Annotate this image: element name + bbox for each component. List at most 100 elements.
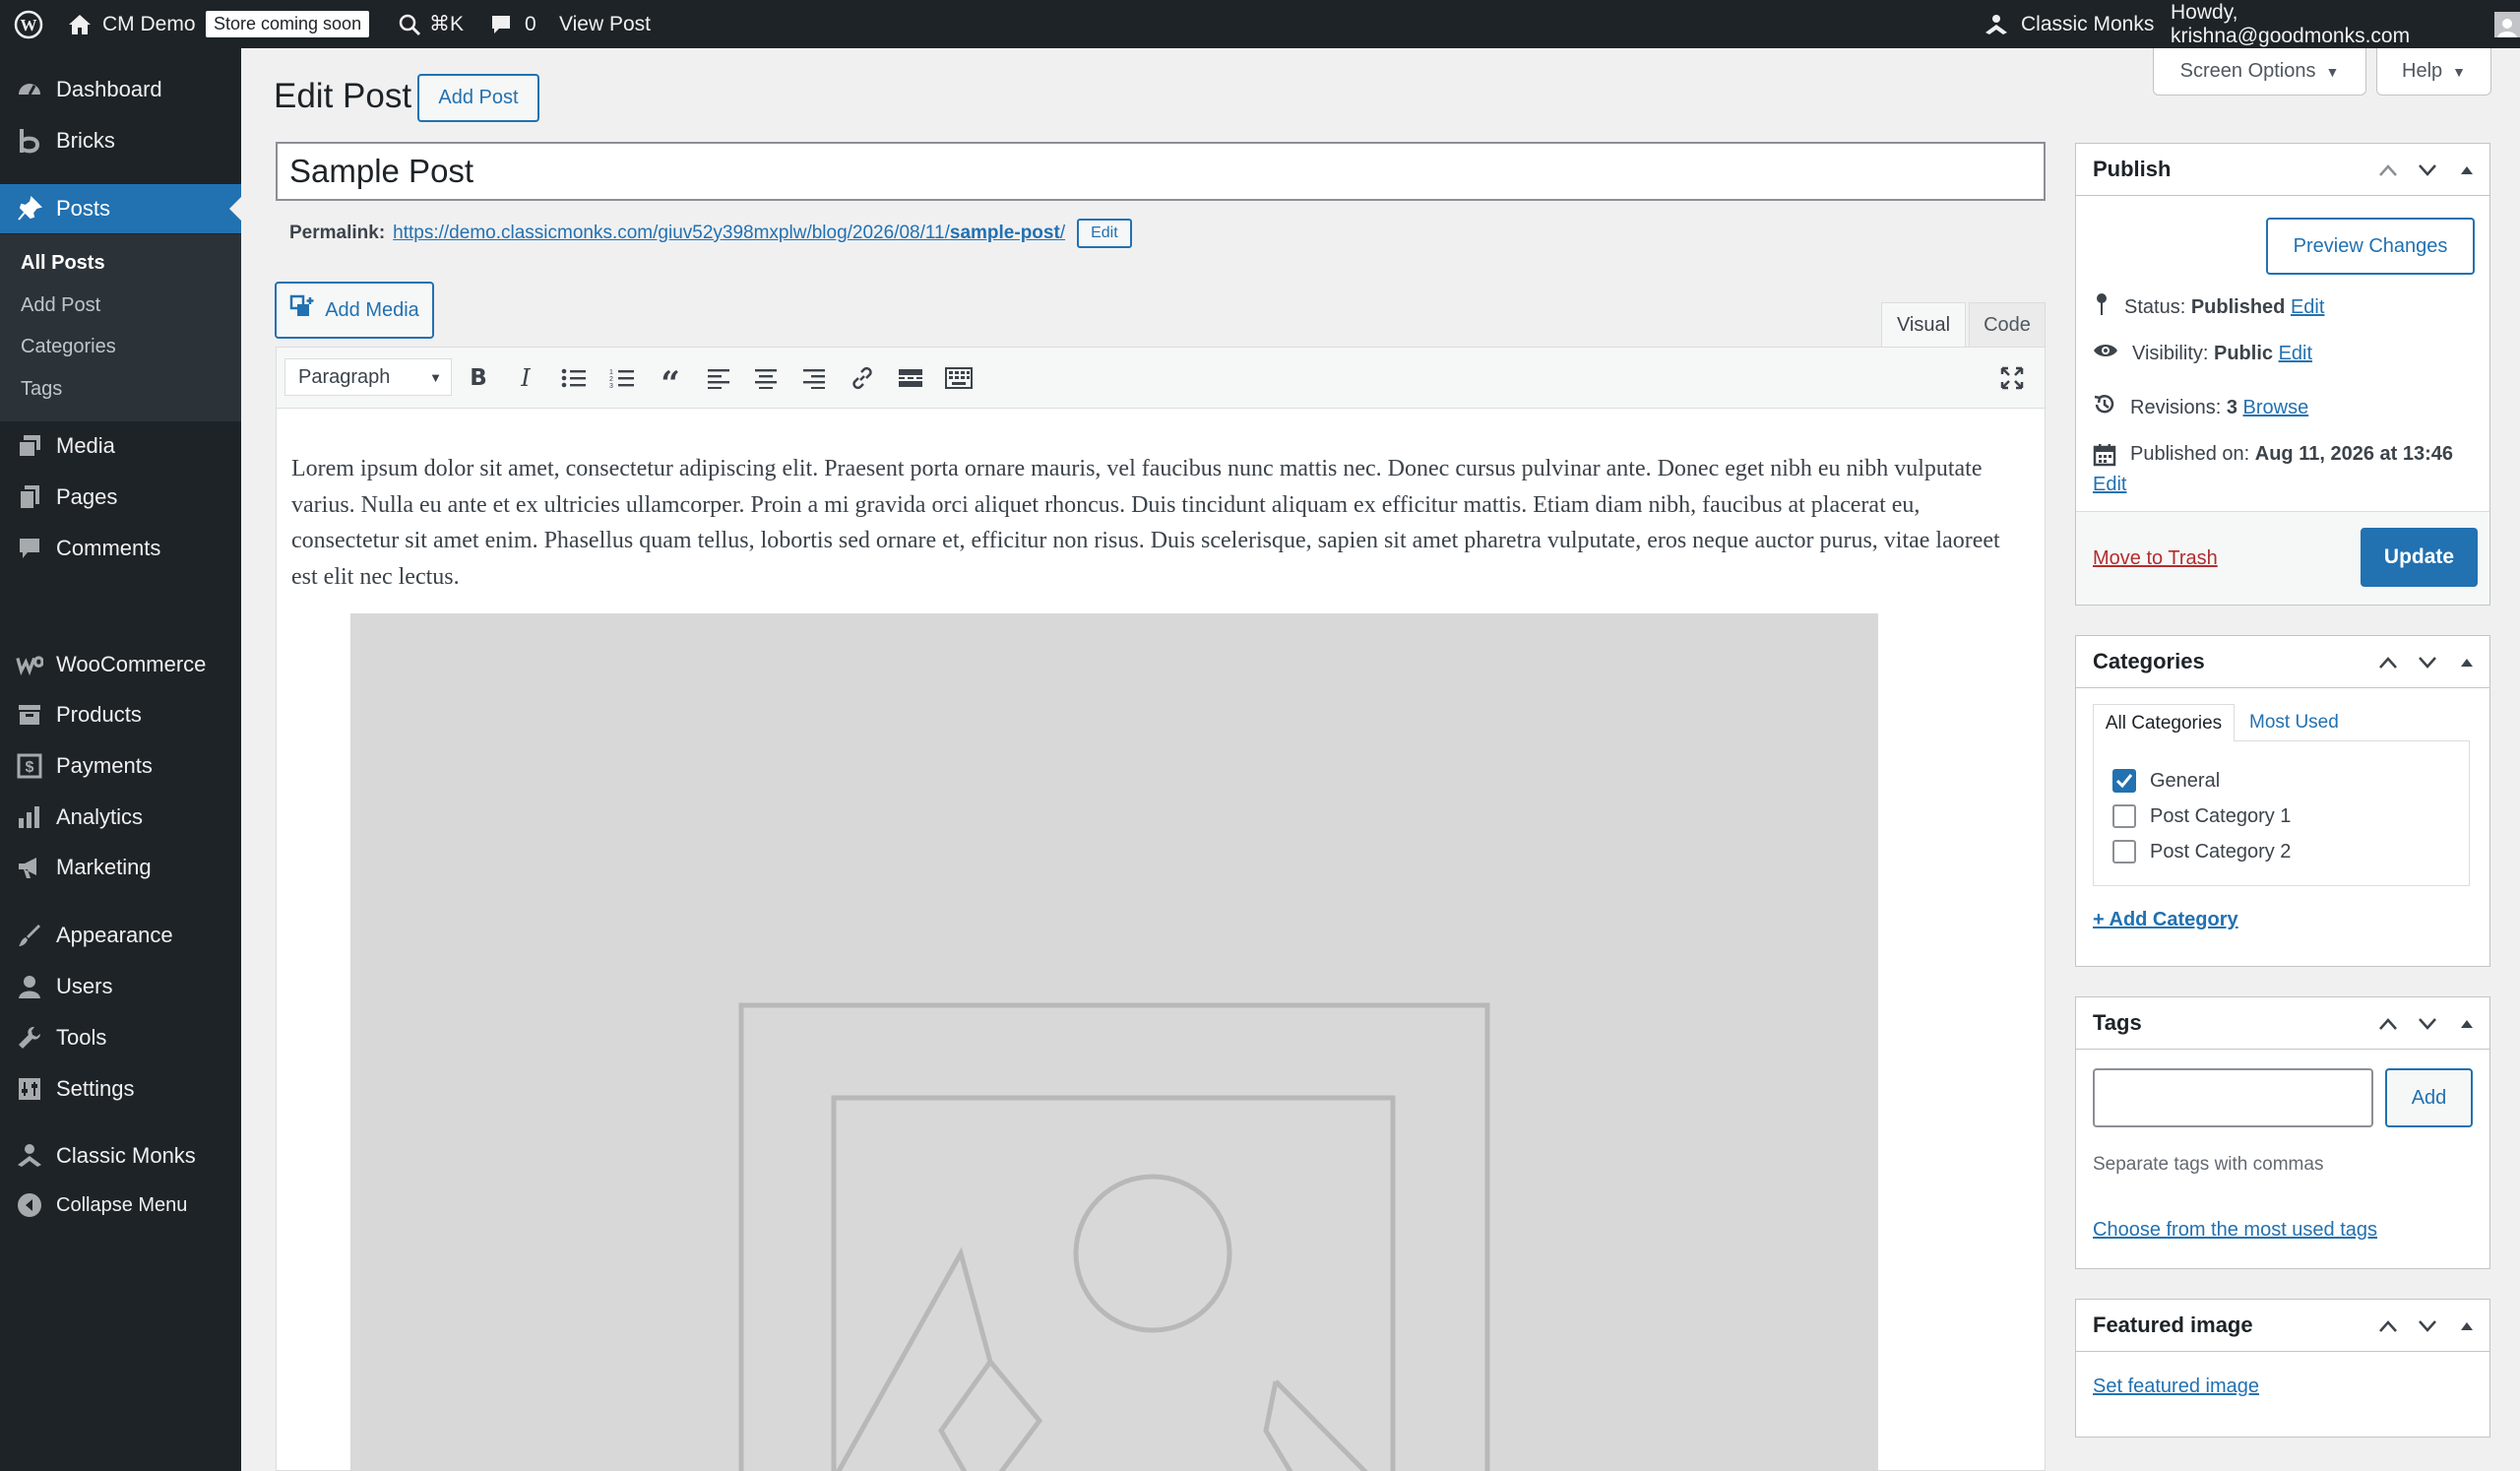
- align-center-icon[interactable]: [748, 360, 784, 396]
- content-image-placeholder[interactable]: [350, 613, 1878, 1471]
- tab-most-used[interactable]: Most Used: [2249, 704, 2339, 741]
- category-item[interactable]: General: [2112, 769, 2220, 793]
- bulleted-list-icon[interactable]: [556, 360, 592, 396]
- checkbox-icon[interactable]: [2112, 840, 2136, 863]
- comments-icon: [16, 535, 43, 562]
- view-post-link[interactable]: View Post: [559, 0, 651, 48]
- permalink-link[interactable]: https://demo.classicmonks.com/giuv52y398…: [393, 223, 1065, 244]
- sidebar-item-users[interactable]: Users: [0, 962, 241, 1011]
- format-select[interactable]: Paragraph ▼: [284, 358, 452, 396]
- tab-all-categories[interactable]: All Categories: [2093, 704, 2235, 741]
- sidebar-item-dashboard[interactable]: Dashboard: [0, 65, 241, 114]
- add-post-button[interactable]: Add Post: [417, 74, 539, 122]
- set-featured-image-link[interactable]: Set featured image: [2093, 1375, 2259, 1398]
- sidebar-item-analytics[interactable]: Analytics: [0, 793, 241, 842]
- status-edit-link[interactable]: Edit: [2291, 296, 2324, 318]
- checkbox-icon[interactable]: [2112, 804, 2136, 828]
- tab-visual[interactable]: Visual: [1881, 302, 1966, 348]
- sidebar-item-settings[interactable]: Settings: [0, 1064, 241, 1114]
- bold-icon[interactable]: B: [461, 360, 496, 396]
- submenu-all-posts[interactable]: All Posts: [21, 252, 105, 275]
- media-icon: [16, 432, 43, 460]
- category-item[interactable]: Post Category 2: [2112, 840, 2291, 863]
- post-content-text[interactable]: Lorem ipsum dolor sit amet, consectetur …: [291, 451, 2024, 595]
- sidebar-item-products[interactable]: Products: [0, 690, 241, 739]
- move-to-trash-link[interactable]: Move to Trash: [2093, 547, 2218, 570]
- preview-changes-button[interactable]: Preview Changes: [2266, 218, 2475, 275]
- category-label: General: [2150, 769, 2221, 792]
- sidebar-label: Posts: [56, 196, 111, 221]
- svg-text:$: $: [26, 759, 34, 776]
- post-title-input[interactable]: Sample Post: [276, 142, 2046, 201]
- sidebar-label: Marketing: [56, 855, 152, 879]
- screen-options-button[interactable]: Screen Options ▼: [2153, 48, 2366, 96]
- sidebar-item-media[interactable]: Media: [0, 421, 241, 471]
- add-media-button[interactable]: Add Media: [275, 282, 434, 339]
- chevron-down-icon[interactable]: [2415, 1011, 2440, 1037]
- tab-code[interactable]: Code: [1969, 302, 2046, 348]
- sidebar-item-tools[interactable]: Tools: [0, 1013, 241, 1062]
- align-left-icon[interactable]: [701, 360, 736, 396]
- account-menu[interactable]: Howdy, krishna@goodmonks.com: [2171, 0, 2520, 48]
- sidebar-item-payments[interactable]: $ Payments: [0, 741, 241, 791]
- comments-link[interactable]: 0: [489, 0, 536, 48]
- collapse-toggle-icon[interactable]: [2454, 158, 2480, 183]
- submenu-categories[interactable]: Categories: [21, 336, 116, 358]
- chevron-down-icon[interactable]: [2415, 1313, 2440, 1339]
- choose-most-used-tags-link[interactable]: Choose from the most used tags: [2093, 1219, 2377, 1242]
- tag-input[interactable]: [2093, 1068, 2373, 1127]
- site-name-link[interactable]: CM Demo: [67, 0, 196, 48]
- link-icon[interactable]: [845, 360, 880, 396]
- history-icon: [2093, 393, 2116, 422]
- italic-icon[interactable]: I: [508, 360, 543, 396]
- collapse-toggle-icon[interactable]: [2454, 1011, 2480, 1037]
- add-category-link[interactable]: + Add Category: [2093, 909, 2238, 931]
- submenu-tags[interactable]: Tags: [21, 378, 62, 401]
- published-edit-link[interactable]: Edit: [2093, 474, 2126, 496]
- chevron-up-icon[interactable]: [2375, 650, 2401, 675]
- chevron-up-icon[interactable]: [2375, 1313, 2401, 1339]
- collapse-toggle-icon[interactable]: [2454, 650, 2480, 675]
- sidebar-item-classic-monks[interactable]: Classic Monks: [0, 1131, 241, 1181]
- collapse-toggle-icon[interactable]: [2454, 1313, 2480, 1339]
- command-palette-button[interactable]: ⌘K: [398, 0, 464, 48]
- sidebar-item-appearance[interactable]: Appearance: [0, 911, 241, 960]
- image-placeholder-icon: [738, 1002, 1490, 1471]
- publish-box: Publish Preview Changes Status: Publishe…: [2075, 143, 2490, 606]
- sidebar-item-bricks[interactable]: Bricks: [0, 116, 241, 165]
- submenu-add-post[interactable]: Add Post: [21, 294, 100, 317]
- fullscreen-icon[interactable]: [1994, 360, 2030, 396]
- update-button[interactable]: Update: [2361, 528, 2478, 587]
- sidebar-item-pages[interactable]: Pages: [0, 473, 241, 522]
- brand-link[interactable]: Classic Monks: [1984, 0, 2154, 48]
- chevron-up-icon[interactable]: [2375, 158, 2401, 183]
- blockquote-icon[interactable]: “: [653, 360, 688, 401]
- toolbar-toggle-icon[interactable]: [941, 360, 976, 396]
- add-tag-button[interactable]: Add: [2385, 1068, 2473, 1127]
- permalink-edit-button[interactable]: Edit: [1077, 219, 1132, 248]
- box-controls: [2375, 1011, 2480, 1037]
- chevron-down-icon[interactable]: [2415, 158, 2440, 183]
- permalink-base: https://demo.classicmonks.com/giuv52y398…: [393, 223, 950, 243]
- svg-text:1: 1: [609, 369, 613, 376]
- post-title-value: Sample Post: [289, 153, 474, 189]
- read-more-icon[interactable]: [893, 360, 928, 396]
- collapse-menu-button[interactable]: Collapse Menu: [0, 1181, 241, 1230]
- visibility-edit-link[interactable]: Edit: [2279, 343, 2312, 364]
- status-label: Status:: [2124, 295, 2186, 318]
- browse-revisions-link[interactable]: Browse: [2243, 397, 2309, 418]
- chevron-up-icon[interactable]: [2375, 1011, 2401, 1037]
- chevron-down-icon[interactable]: [2415, 650, 2440, 675]
- category-item[interactable]: Post Category 1: [2112, 804, 2291, 828]
- help-button[interactable]: Help ▼: [2376, 48, 2491, 96]
- store-status[interactable]: Store coming soon: [206, 0, 370, 48]
- align-right-icon[interactable]: [796, 360, 832, 396]
- sidebar-item-comments[interactable]: Comments: [0, 524, 241, 573]
- sidebar-item-posts[interactable]: Posts: [0, 184, 241, 233]
- numbered-list-icon[interactable]: 123: [604, 360, 640, 396]
- checkbox-checked-icon[interactable]: [2112, 769, 2136, 793]
- wordpress-logo-icon[interactable]: W: [14, 0, 43, 48]
- sidebar-label: Users: [56, 974, 113, 998]
- sidebar-item-marketing[interactable]: Marketing: [0, 843, 241, 892]
- sidebar-item-woocommerce[interactable]: WooCommerce: [0, 640, 241, 689]
